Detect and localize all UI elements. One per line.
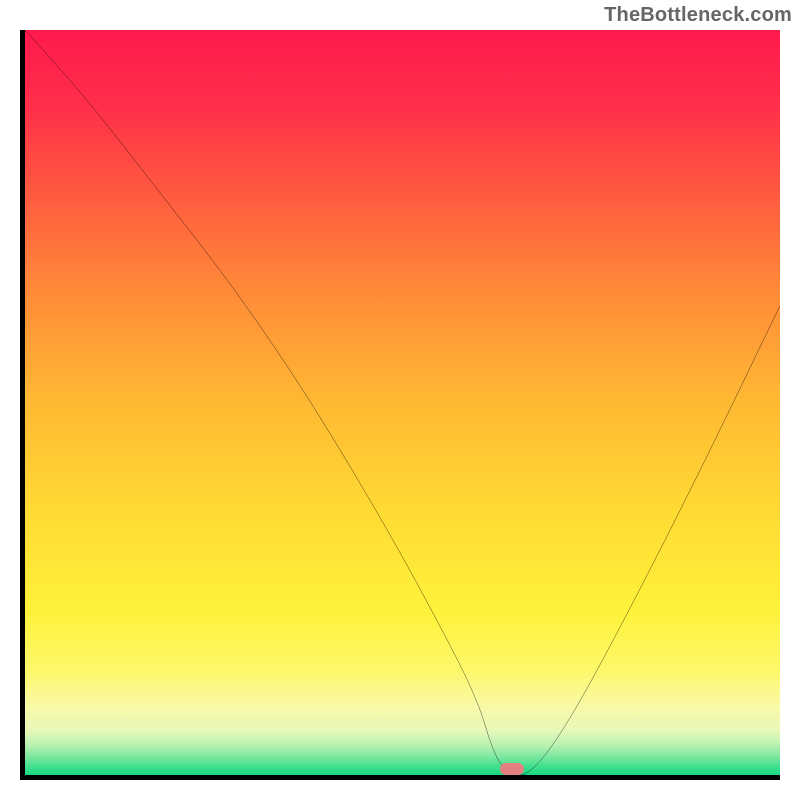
bottleneck-curve xyxy=(25,30,780,775)
optimal-point-marker xyxy=(500,763,524,775)
watermark-text: TheBottleneck.com xyxy=(604,4,792,27)
chart-frame: TheBottleneck.com xyxy=(0,0,800,800)
plot-area xyxy=(20,30,780,780)
